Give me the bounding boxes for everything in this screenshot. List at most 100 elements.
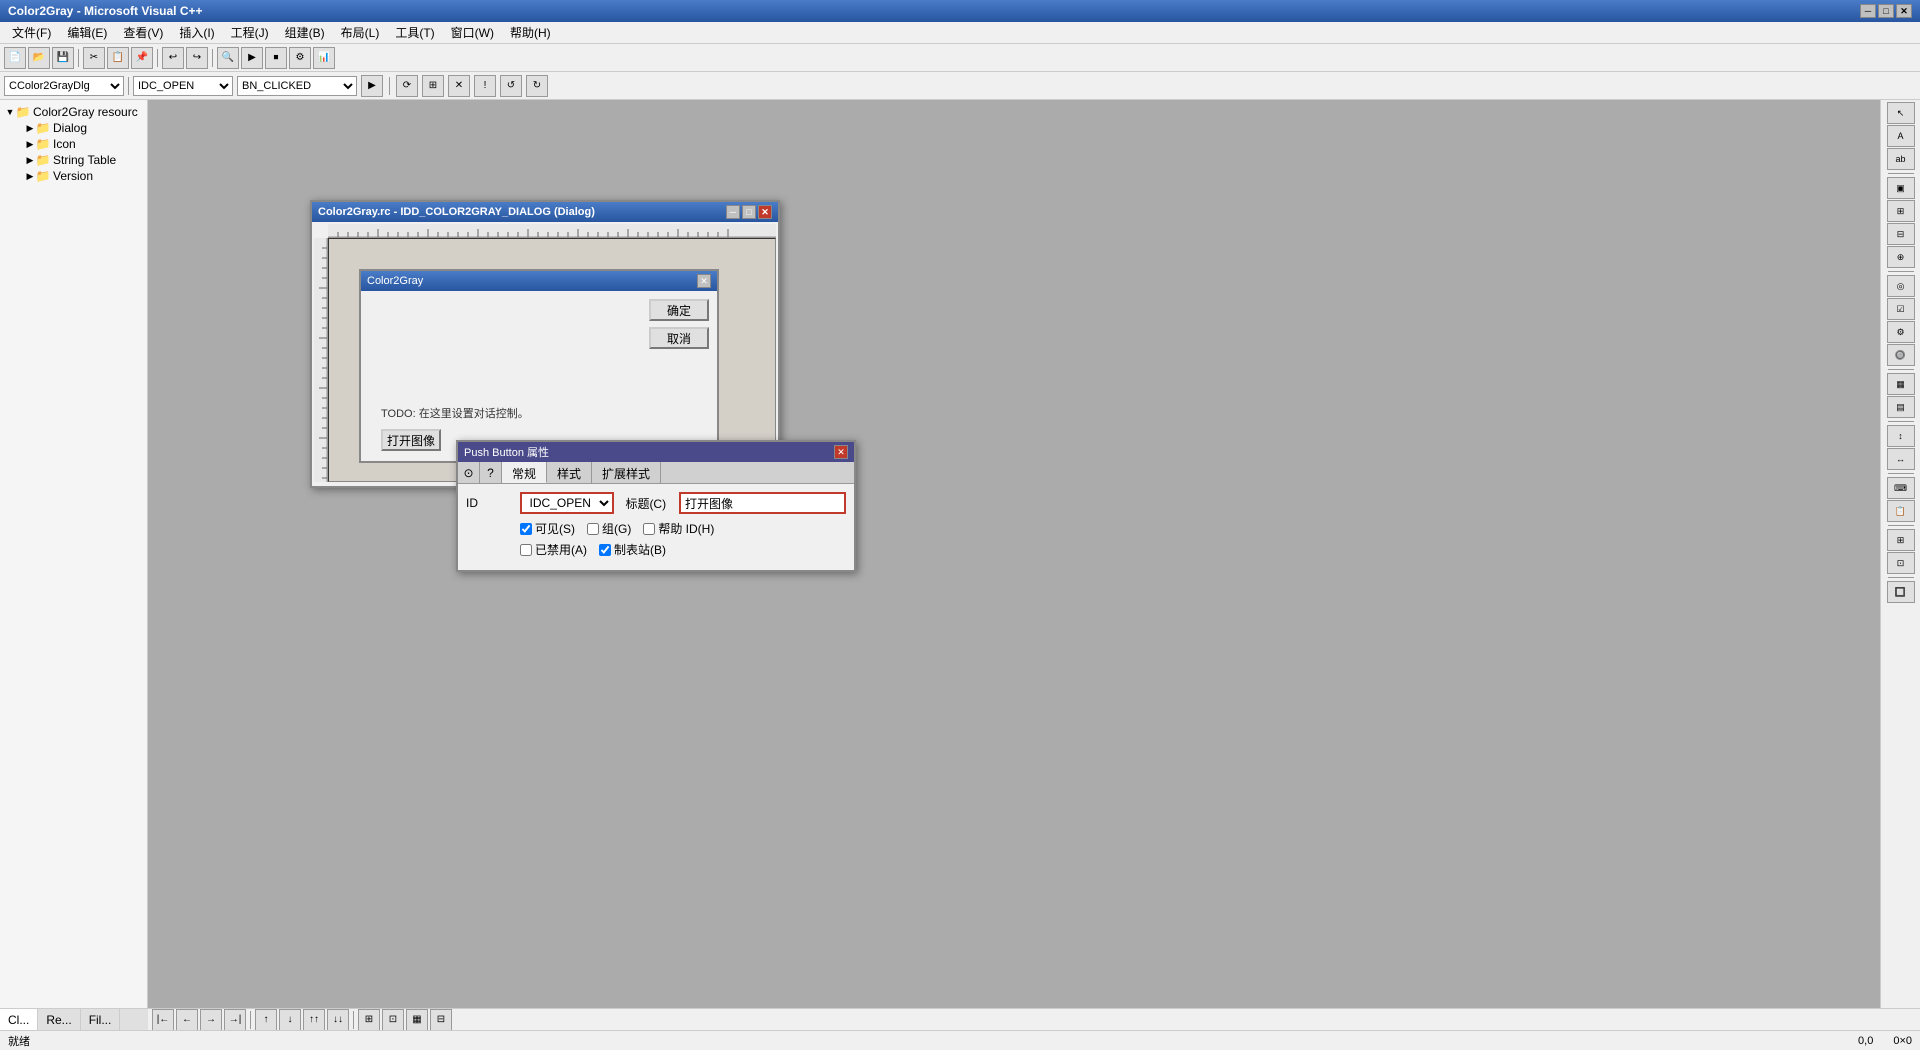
bt-btn5[interactable]: ↑ (255, 1009, 277, 1031)
menu-insert[interactable]: 插入(I) (171, 22, 222, 43)
rt-btn1[interactable]: ▣ (1887, 177, 1915, 199)
menu-file[interactable]: 文件(F) (4, 22, 59, 43)
disabled-checkbox[interactable] (520, 544, 532, 556)
menu-window[interactable]: 窗口(W) (443, 22, 502, 43)
resource-editor-min-button[interactable]: ─ (726, 205, 740, 219)
menu-view[interactable]: 查看(V) (115, 22, 171, 43)
group-checkbox[interactable] (587, 523, 599, 535)
props-tab-icon2[interactable]: ? (480, 462, 502, 484)
menu-layout[interactable]: 布局(L) (333, 22, 388, 43)
menu-build[interactable]: 组建(B) (277, 22, 333, 43)
bt-btn8[interactable]: ↓↓ (327, 1009, 349, 1031)
tb2-btn1[interactable]: ⟳ (396, 75, 418, 97)
rt-btn10[interactable]: ▤ (1887, 396, 1915, 418)
rt-ab-btn[interactable]: ab (1887, 148, 1915, 170)
rt-btn2[interactable]: ⊞ (1887, 200, 1915, 222)
help-id-checkbox[interactable] (643, 523, 655, 535)
save-button[interactable]: 💾 (52, 47, 74, 69)
menu-edit[interactable]: 编辑(E) (59, 22, 115, 43)
tree-dialog[interactable]: ▶ 📁 Dialog (24, 120, 143, 136)
todo-text: TODO: 在这里设置对话控制。 (381, 405, 529, 421)
bt-btn9[interactable]: ⊞ (358, 1009, 380, 1031)
resource-editor-max-button[interactable]: □ (742, 205, 756, 219)
menu-help[interactable]: 帮助(H) (502, 22, 559, 43)
size-display: 0×0 (1893, 1035, 1912, 1047)
go-button[interactable]: ▶ (361, 75, 383, 97)
rt-btn5[interactable]: ◎ (1887, 275, 1915, 297)
class-select[interactable]: CColor2GrayDlg (4, 76, 124, 96)
properties-close-button[interactable]: ✕ (834, 445, 848, 459)
rt-btn17[interactable]: 🔲 (1887, 581, 1915, 603)
tab-class-view[interactable]: Cl... (0, 1009, 38, 1030)
copy-button[interactable]: 📋 (107, 47, 129, 69)
menu-tools[interactable]: 工具(T) (387, 22, 442, 43)
tree-version[interactable]: ▶ 📁 Version (24, 168, 143, 184)
close-button[interactable]: ✕ (1896, 4, 1912, 18)
bt-btn6[interactable]: ↓ (279, 1009, 301, 1031)
minimize-button[interactable]: ─ (1860, 4, 1876, 18)
tb2-btn4[interactable]: ! (474, 75, 496, 97)
cancel-button[interactable]: 取消 (649, 327, 709, 349)
paste-button[interactable]: 📌 (131, 47, 153, 69)
id-dropdown[interactable]: IDC_OPEN (520, 492, 614, 514)
tb-btn-extra1[interactable]: ▶ (241, 47, 263, 69)
tab-general[interactable]: 常规 (502, 462, 547, 483)
open-button[interactable]: 📂 (28, 47, 50, 69)
tb2-btn5[interactable]: ↺ (500, 75, 522, 97)
tb2-btn3[interactable]: ✕ (448, 75, 470, 97)
tree-icon-label: Icon (53, 137, 76, 151)
tab-resource-view[interactable]: Re... (38, 1009, 80, 1030)
visible-checkbox[interactable] (520, 523, 532, 535)
rt-text-btn[interactable]: A (1887, 125, 1915, 147)
rt-btn3[interactable]: ⊟ (1887, 223, 1915, 245)
bt-btn4[interactable]: →| (224, 1009, 246, 1031)
bt-btn2[interactable]: ← (176, 1009, 198, 1031)
rt-btn9[interactable]: ▦ (1887, 373, 1915, 395)
tb-btn-extra2[interactable]: ⏹ (265, 47, 287, 69)
undo-button[interactable]: ↩ (162, 47, 184, 69)
rt-btn13[interactable]: ⌨ (1887, 477, 1915, 499)
redo-button[interactable]: ↪ (186, 47, 208, 69)
search-button[interactable]: 🔍 (217, 47, 239, 69)
rt-btn4[interactable]: ⊕ (1887, 246, 1915, 268)
rt-btn11[interactable]: ↕ (1887, 425, 1915, 447)
rt-arrow-btn[interactable]: ↖ (1887, 102, 1915, 124)
new-button[interactable]: 📄 (4, 47, 26, 69)
bt-btn12[interactable]: ⊟ (430, 1009, 452, 1031)
menu-project[interactable]: 工程(J) (223, 22, 277, 43)
tb2-btn6[interactable]: ↻ (526, 75, 548, 97)
open-image-button[interactable]: 打开图像 (381, 429, 441, 451)
tab-extended[interactable]: 扩展样式 (592, 462, 661, 483)
tb-btn-extra3[interactable]: ⚙ (289, 47, 311, 69)
rt-btn6[interactable]: ☑ (1887, 298, 1915, 320)
rt-sep3 (1888, 369, 1914, 370)
tb-btn-extra4[interactable]: 📊 (313, 47, 335, 69)
caption-input[interactable] (679, 492, 846, 514)
bt-btn11[interactable]: ▦ (406, 1009, 428, 1031)
tabstop-checkbox[interactable] (599, 544, 611, 556)
rt-btn16[interactable]: ⊡ (1887, 552, 1915, 574)
ok-button[interactable]: 确定 (649, 299, 709, 321)
tab-file-view[interactable]: Fil... (81, 1009, 121, 1030)
bt-btn7[interactable]: ↑↑ (303, 1009, 325, 1031)
tree-root[interactable]: ▼ 📁 Color2Gray resourc (4, 104, 143, 120)
rt-btn8[interactable]: 🔘 (1887, 344, 1915, 366)
id-select[interactable]: IDC_OPEN (133, 76, 233, 96)
tab-styles[interactable]: 样式 (547, 462, 592, 483)
bt-btn10[interactable]: ⊡ (382, 1009, 404, 1031)
tree-string-table[interactable]: ▶ 📁 String Table (24, 152, 143, 168)
rt-btn12[interactable]: ↔ (1887, 448, 1915, 470)
tree-icon-item[interactable]: ▶ 📁 Icon (24, 136, 143, 152)
resource-editor-close-button[interactable]: ✕ (758, 205, 772, 219)
rt-btn15[interactable]: ⊞ (1887, 529, 1915, 551)
bt-btn1[interactable]: |← (152, 1009, 174, 1031)
event-select[interactable]: BN_CLICKED (237, 76, 357, 96)
cut-button[interactable]: ✂ (83, 47, 105, 69)
bt-btn3[interactable]: → (200, 1009, 222, 1031)
rt-btn7[interactable]: ⚙ (1887, 321, 1915, 343)
inner-dialog-close-button[interactable]: ✕ (697, 274, 711, 288)
tb2-btn2[interactable]: ⊞ (422, 75, 444, 97)
props-tab-icon1[interactable]: ⊙ (458, 462, 480, 484)
rt-btn14[interactable]: 📋 (1887, 500, 1915, 522)
maximize-button[interactable]: □ (1878, 4, 1894, 18)
